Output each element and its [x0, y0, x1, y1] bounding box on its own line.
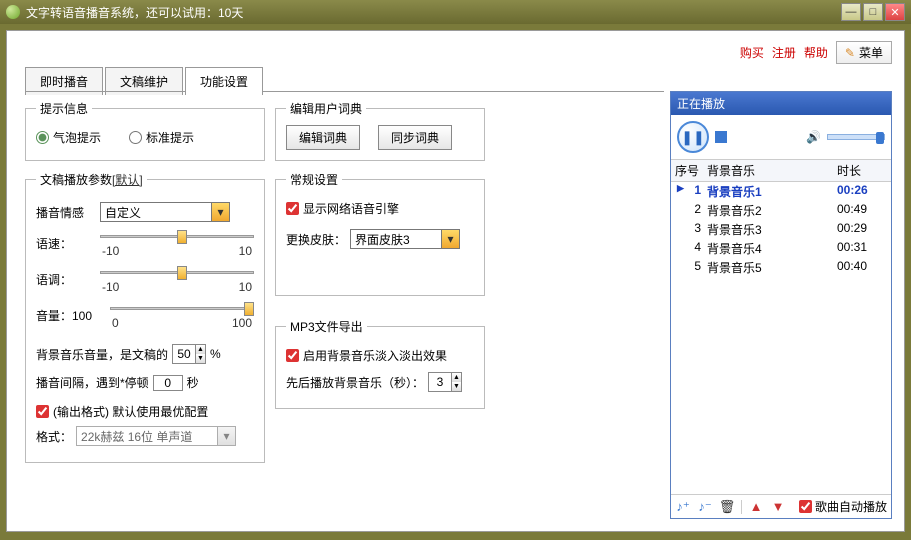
hint-legend: 提示信息 — [36, 100, 92, 117]
remove-track-icon[interactable]: ♪⁻ — [697, 499, 713, 515]
track-list: 1背景音乐100:262背景音乐200:493背景音乐300:294背景音乐40… — [671, 182, 891, 494]
radio-standard[interactable]: 标准提示 — [129, 129, 194, 146]
move-down-icon[interactable]: ▼ — [770, 499, 786, 515]
speed-slider[interactable] — [100, 228, 254, 244]
top-links: 购买 注册 帮助 ✎ 菜单 — [740, 41, 892, 64]
titlebar: 文字转语音播音系统，还可以试用：10天 — □ ✕ — [0, 0, 911, 24]
stop-button[interactable] — [715, 131, 727, 143]
format-combo: 22k赫兹 16位 单声道 ▾ — [76, 426, 236, 446]
spin-up-icon[interactable]: ▲ — [196, 345, 205, 354]
menu-button[interactable]: ✎ 菜单 — [836, 41, 892, 64]
format-label: 格式： — [36, 428, 72, 445]
interval-input[interactable] — [153, 375, 183, 391]
register-link[interactable]: 注册 — [772, 44, 796, 61]
radio-bubble[interactable]: 气泡提示 — [36, 129, 101, 146]
buy-link[interactable]: 购买 — [740, 44, 764, 61]
add-track-icon[interactable]: ♪⁺ — [675, 499, 691, 515]
general-group: 常规设置 显示网络语音引擎 更换皮肤： 界面皮肤3 ▾ — [275, 171, 485, 296]
track-row[interactable]: 3背景音乐300:29 — [671, 220, 891, 239]
tab-settings[interactable]: 功能设置 — [185, 67, 263, 95]
spin-up-icon[interactable]: ▲ — [452, 373, 461, 382]
params-group: 文稿播放参数[默认] 播音情感 自定义 ▾ 语速： -1010 — [25, 171, 265, 463]
preplay-spin[interactable]: ▲▼ — [428, 372, 462, 392]
app-icon — [6, 5, 20, 19]
spin-down-icon[interactable]: ▼ — [452, 382, 461, 391]
maximize-button[interactable]: □ — [863, 3, 883, 21]
spin-down-icon[interactable]: ▼ — [196, 354, 205, 363]
volume-icon[interactable]: 🔊 — [806, 130, 821, 144]
hint-group: 提示信息 气泡提示 标准提示 — [25, 100, 265, 161]
volume-slider[interactable] — [110, 300, 254, 316]
bgvol-label: 背景音乐音量，是文稿的 — [36, 346, 168, 363]
chevron-down-icon: ▾ — [211, 203, 229, 221]
preplay-label: 先后播放背景音乐（秒）： — [286, 374, 424, 391]
sync-dict-button[interactable]: 同步词典 — [378, 125, 452, 150]
help-link[interactable]: 帮助 — [804, 44, 828, 61]
track-row[interactable]: 1背景音乐100:26 — [671, 182, 891, 201]
fade-checkbox[interactable] — [286, 349, 299, 362]
tone-slider[interactable] — [100, 264, 254, 280]
interval-label: 播音间隔，遇到*停顿 — [36, 374, 149, 391]
show-engine-checkbox[interactable] — [286, 202, 299, 215]
player-footer: ♪⁺ ♪⁻ 🗑 ▲ ▼ 歌曲自动播放 — [671, 494, 891, 518]
track-row[interactable]: 4背景音乐400:31 — [671, 239, 891, 258]
menu-label: 菜单 — [859, 44, 883, 61]
emotion-combo[interactable]: 自定义 ▾ — [100, 202, 230, 222]
pencil-icon: ✎ — [845, 46, 855, 60]
edit-dict-button[interactable]: 编辑词典 — [286, 125, 360, 150]
speed-label: 语速： — [36, 235, 96, 252]
dict-group: 编辑用户词典 编辑词典 同步词典 — [275, 100, 485, 161]
skin-label: 更换皮肤： — [286, 231, 346, 248]
track-row[interactable]: 2背景音乐200:49 — [671, 201, 891, 220]
track-row[interactable]: 5背景音乐500:40 — [671, 258, 891, 277]
player-header: 正在播放 — [671, 92, 891, 115]
track-header: 序号 背景音乐 时长 — [671, 160, 891, 182]
player-panel: 正在播放 ❚❚ 🔊 序号 背景音乐 时长 1背景音乐100:262背景音乐200… — [670, 91, 892, 519]
chevron-down-icon: ▾ — [217, 427, 235, 445]
volume-bar[interactable] — [827, 134, 885, 140]
default-link[interactable]: [默认] — [112, 171, 143, 188]
mp3-group: MP3文件导出 启用背景音乐淡入淡出效果 先后播放背景音乐（秒）： ▲▼ — [275, 318, 485, 409]
delete-icon[interactable]: 🗑 — [719, 499, 735, 515]
tone-label: 语调： — [36, 271, 96, 288]
window-title: 文字转语音播音系统，还可以试用：10天 — [26, 4, 841, 21]
minimize-button[interactable]: — — [841, 3, 861, 21]
skin-combo[interactable]: 界面皮肤3 ▾ — [350, 229, 460, 249]
emotion-label: 播音情感 — [36, 204, 96, 221]
volume-label: 音量：100 — [36, 307, 106, 324]
outformat-checkbox[interactable] — [36, 405, 49, 418]
pause-button[interactable]: ❚❚ — [677, 121, 709, 153]
chevron-down-icon: ▾ — [441, 230, 459, 248]
move-up-icon[interactable]: ▲ — [748, 499, 764, 515]
bgvol-spin[interactable]: ▲▼ — [172, 344, 206, 364]
close-button[interactable]: ✕ — [885, 3, 905, 21]
autoplay-checkbox[interactable]: 歌曲自动播放 — [799, 498, 887, 515]
